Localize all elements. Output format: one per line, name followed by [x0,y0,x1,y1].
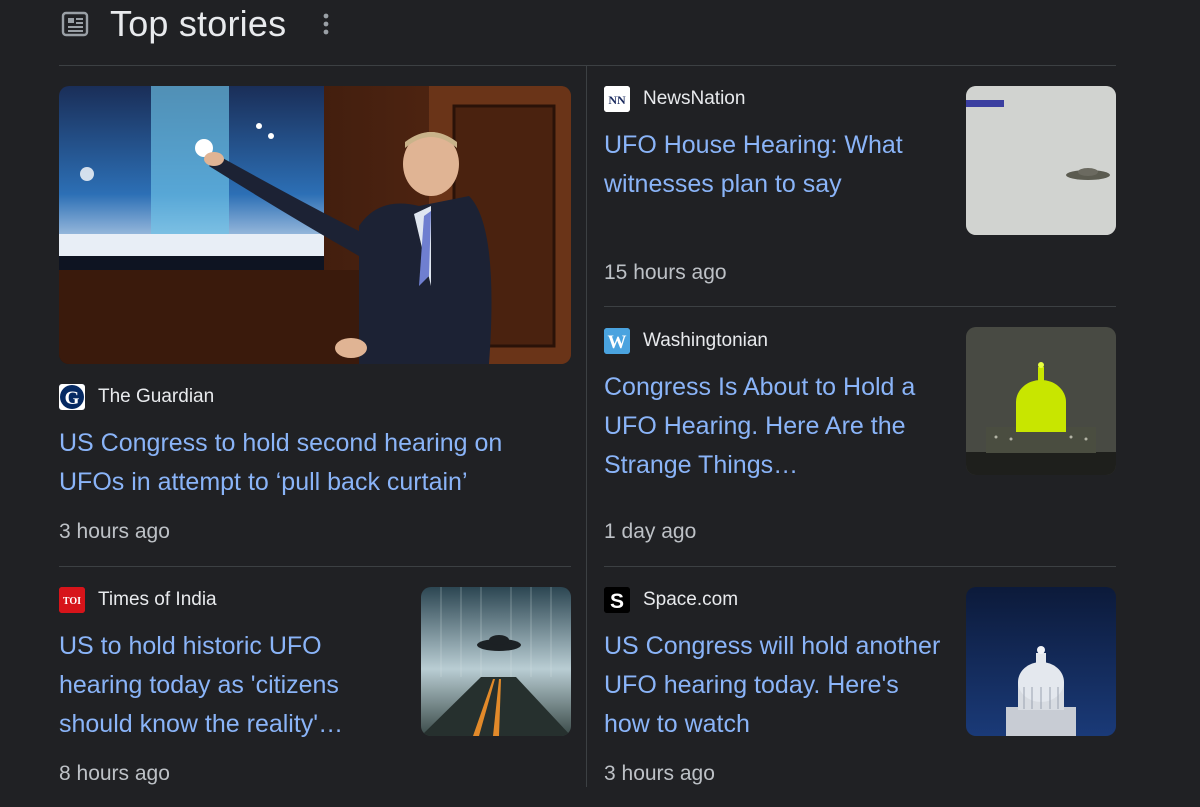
toi-logo: TOI [59,587,85,613]
top-stories-header: Top stories [60,0,336,48]
source-name: NewsNation [643,88,746,109]
header-divider [59,65,1116,66]
story-source: W Washingtonian [604,328,944,354]
story-card-times-of-india[interactable]: TOI Times of India US to hold historic U… [59,587,379,744]
source-name: Times of India [98,589,217,610]
story-time: 3 hours ago [59,520,170,543]
story-image-ufo-sky[interactable] [966,86,1116,235]
story-image-capitol-night[interactable] [966,587,1116,736]
space-com-logo: S [604,587,630,613]
source-name: Washingtonian [643,330,768,351]
section-title: Top stories [110,3,287,44]
guardian-logo: G [59,384,85,410]
source-name: Space.com [643,589,739,610]
story-headline[interactable]: US to hold historic UFO hearing today as… [59,627,379,744]
story-image-ufo-road[interactable] [421,587,571,736]
story-source: G The Guardian [59,384,571,410]
washingtonian-logo-text: W [608,332,627,353]
story-image-hearing[interactable] [59,86,571,364]
more-vert-icon[interactable] [316,9,336,39]
washingtonian-logo: W [604,328,630,354]
row-divider [59,566,571,567]
story-headline[interactable]: US Congress to hold second hearing on UF… [59,424,571,502]
toi-logo-text: TOI [63,596,81,607]
story-time: 8 hours ago [59,762,170,785]
story-card-newsnation[interactable]: NN NewsNation UFO House Hearing: What wi… [604,86,944,204]
guardian-logo-text: G [65,388,80,409]
column-divider [586,65,587,787]
space-com-logo-text: S [610,590,624,613]
story-time: 15 hours ago [604,261,727,284]
newsnation-logo: NN [604,86,630,112]
story-card-space-com[interactable]: S Space.com US Congress will hold anothe… [604,587,944,744]
story-card-washingtonian[interactable]: W Washingtonian Congress Is About to Hol… [604,328,944,485]
source-name: The Guardian [98,386,215,407]
story-time: 3 hours ago [604,762,715,785]
story-source: S Space.com [604,587,944,613]
newsnation-logo-text: NN [608,93,626,107]
row-divider [604,306,1116,307]
story-headline[interactable]: UFO House Hearing: What witnesses plan t… [604,126,944,204]
story-image-capitol-green[interactable] [966,327,1116,475]
story-source: TOI Times of India [59,587,379,613]
story-headline[interactable]: US Congress will hold another UFO hearin… [604,627,944,744]
story-headline[interactable]: Congress Is About to Hold a UFO Hearing.… [604,368,944,485]
news-icon [60,9,90,39]
story-time: 1 day ago [604,520,697,543]
row-divider [604,566,1116,567]
story-source: NN NewsNation [604,86,944,112]
story-card-guardian[interactable]: G The Guardian US Congress to hold secon… [59,384,571,502]
